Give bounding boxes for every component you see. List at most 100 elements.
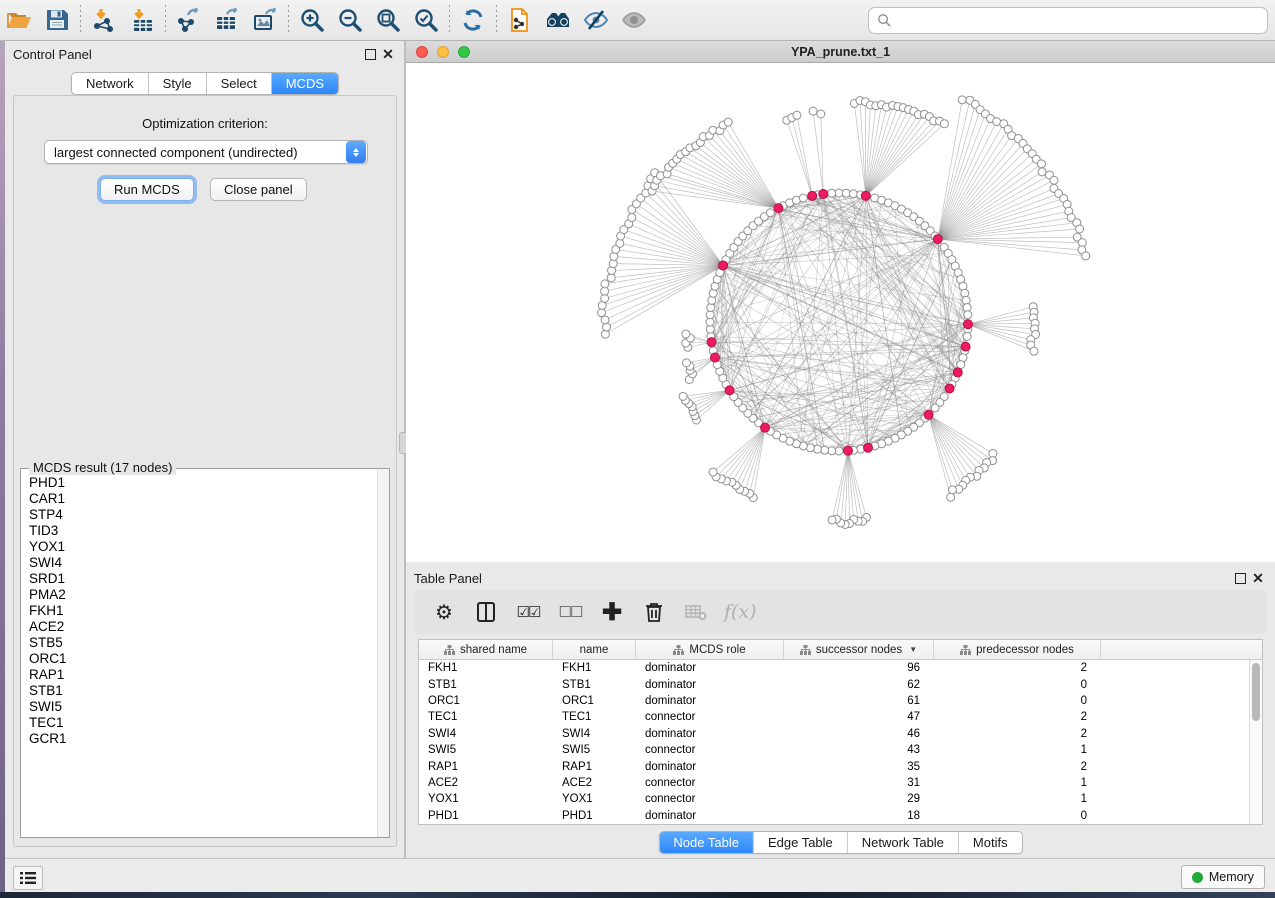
mcds-hub-node[interactable]: [725, 386, 734, 395]
mcds-result-item[interactable]: RAP1: [29, 667, 377, 683]
toggle-column-panel-icon[interactable]: [470, 596, 502, 628]
criterion-select[interactable]: largest connected component (undirected): [44, 140, 368, 164]
table-row[interactable]: RAP1RAP1dominator352: [419, 758, 1249, 774]
network-node[interactable]: [793, 111, 801, 119]
table-row[interactable]: TEC1TEC1connector472: [419, 709, 1249, 725]
table-row[interactable]: YOX1YOX1connector291: [419, 791, 1249, 807]
close-panel-button[interactable]: Close panel: [210, 178, 307, 201]
network-canvas[interactable]: [406, 63, 1275, 562]
export-image-icon[interactable]: [246, 3, 284, 37]
task-history-button[interactable]: [13, 866, 43, 890]
import-table-from-file-icon[interactable]: [123, 3, 161, 37]
column-header-MCDS-role[interactable]: MCDS role: [636, 640, 784, 659]
network-node[interactable]: [682, 359, 690, 367]
table-row[interactable]: SWI4SWI4dominator462: [419, 726, 1249, 742]
network-node[interactable]: [799, 194, 807, 202]
mcds-result-item[interactable]: FKH1: [29, 603, 377, 619]
table-scrollbar[interactable]: [1249, 660, 1262, 824]
network-node[interactable]: [1038, 168, 1046, 176]
mcds-hub-node[interactable]: [924, 410, 933, 419]
tab-style[interactable]: Style: [149, 73, 207, 94]
table-row[interactable]: ORC1ORC1dominator610: [419, 693, 1249, 709]
search-input[interactable]: [898, 11, 1259, 31]
mcds-hub-node[interactable]: [761, 423, 770, 432]
memory-button[interactable]: Memory: [1181, 865, 1265, 889]
add-column-icon[interactable]: ✚: [596, 596, 628, 628]
network-node[interactable]: [602, 323, 610, 331]
column-header-name[interactable]: name: [553, 640, 636, 659]
mcds-hub-node[interactable]: [861, 191, 870, 200]
mcds-result-item[interactable]: SWI4: [29, 555, 377, 571]
mcds-result-item[interactable]: PHD1: [29, 475, 377, 491]
mcds-result-item[interactable]: GCR1: [29, 731, 377, 747]
export-table-icon[interactable]: [208, 3, 246, 37]
network-node[interactable]: [601, 280, 609, 288]
zoom-out-icon[interactable]: [331, 3, 369, 37]
mcds-result-item[interactable]: STP4: [29, 507, 377, 523]
network-node[interactable]: [628, 214, 636, 222]
network-node[interactable]: [616, 239, 624, 247]
tab-node-table[interactable]: Node Table: [659, 832, 754, 853]
show-all-icon[interactable]: [615, 3, 653, 37]
network-node[interactable]: [957, 361, 965, 369]
network-node[interactable]: [682, 330, 690, 338]
deselect-all-rows-icon[interactable]: ☐☐: [554, 596, 586, 628]
mcds-result-item[interactable]: TEC1: [29, 715, 377, 731]
export-network-icon[interactable]: [170, 3, 208, 37]
mcds-hub-node[interactable]: [774, 204, 783, 213]
network-node[interactable]: [809, 107, 817, 115]
mcds-hub-node[interactable]: [961, 342, 970, 351]
column-header-successor-nodes[interactable]: successor nodes▼: [784, 640, 934, 659]
first-neighbors-icon[interactable]: [539, 3, 577, 37]
mcds-hub-node[interactable]: [808, 191, 817, 200]
mcds-result-item[interactable]: STB5: [29, 635, 377, 651]
table-row[interactable]: ACE2ACE2connector311: [419, 775, 1249, 791]
zoom-fit-icon[interactable]: [369, 3, 407, 37]
mcds-hub-node[interactable]: [864, 443, 873, 452]
network-node[interactable]: [1076, 225, 1084, 233]
close-table-panel-button[interactable]: ✕: [1249, 569, 1267, 587]
mcds-result-list[interactable]: PHD1CAR1STP4TID3YOX1SWI4SRD1PMA2FKH1ACE2…: [21, 469, 377, 837]
new-network-from-selection-icon[interactable]: [501, 3, 539, 37]
mcds-result-item[interactable]: ORC1: [29, 651, 377, 667]
column-settings-icon[interactable]: ⚙: [428, 596, 460, 628]
hide-selection-icon[interactable]: [577, 3, 615, 37]
network-node[interactable]: [828, 189, 836, 197]
network-node[interactable]: [709, 468, 717, 476]
tab-edge-table[interactable]: Edge Table: [754, 832, 848, 853]
table-row[interactable]: FKH1FKH1dominator962: [419, 660, 1249, 676]
mcds-hub-node[interactable]: [945, 384, 954, 393]
apply-preferred-layout-icon[interactable]: [454, 3, 492, 37]
mcds-hub-node[interactable]: [819, 189, 828, 198]
network-node[interactable]: [601, 316, 609, 324]
network-node[interactable]: [1030, 347, 1038, 355]
close-control-panel-button[interactable]: ✕: [379, 45, 397, 63]
network-node[interactable]: [958, 96, 966, 104]
mcds-hub-node[interactable]: [963, 320, 972, 329]
table-row[interactable]: SWI5SWI5connector431: [419, 742, 1249, 758]
mcds-result-item[interactable]: SRD1: [29, 571, 377, 587]
mcds-hub-node[interactable]: [843, 446, 852, 455]
mcds-result-item[interactable]: PMA2: [29, 587, 377, 603]
import-network-from-file-icon[interactable]: [85, 3, 123, 37]
mcds-hub-node[interactable]: [710, 353, 719, 362]
network-node[interactable]: [679, 392, 687, 400]
tab-select[interactable]: Select: [207, 73, 272, 94]
tab-network[interactable]: Network: [72, 73, 149, 94]
network-node[interactable]: [940, 120, 948, 128]
network-node[interactable]: [817, 110, 825, 118]
tab-mcds[interactable]: MCDS: [272, 73, 338, 94]
mcds-hub-node[interactable]: [707, 338, 716, 347]
network-node[interactable]: [963, 332, 971, 340]
network-node[interactable]: [1037, 160, 1045, 168]
network-window-titlebar[interactable]: YPA_prune.txt_1: [406, 41, 1275, 63]
mcds-hub-node[interactable]: [933, 235, 942, 244]
select-all-rows-icon[interactable]: ☑☑: [512, 596, 544, 628]
tab-network-table[interactable]: Network Table: [848, 832, 959, 853]
network-node[interactable]: [708, 296, 716, 304]
network-node[interactable]: [1082, 252, 1090, 260]
mcds-list-scrollbar[interactable]: [377, 469, 389, 837]
mcds-result-item[interactable]: CAR1: [29, 491, 377, 507]
network-node[interactable]: [931, 404, 939, 412]
mcds-result-item[interactable]: STB1: [29, 683, 377, 699]
